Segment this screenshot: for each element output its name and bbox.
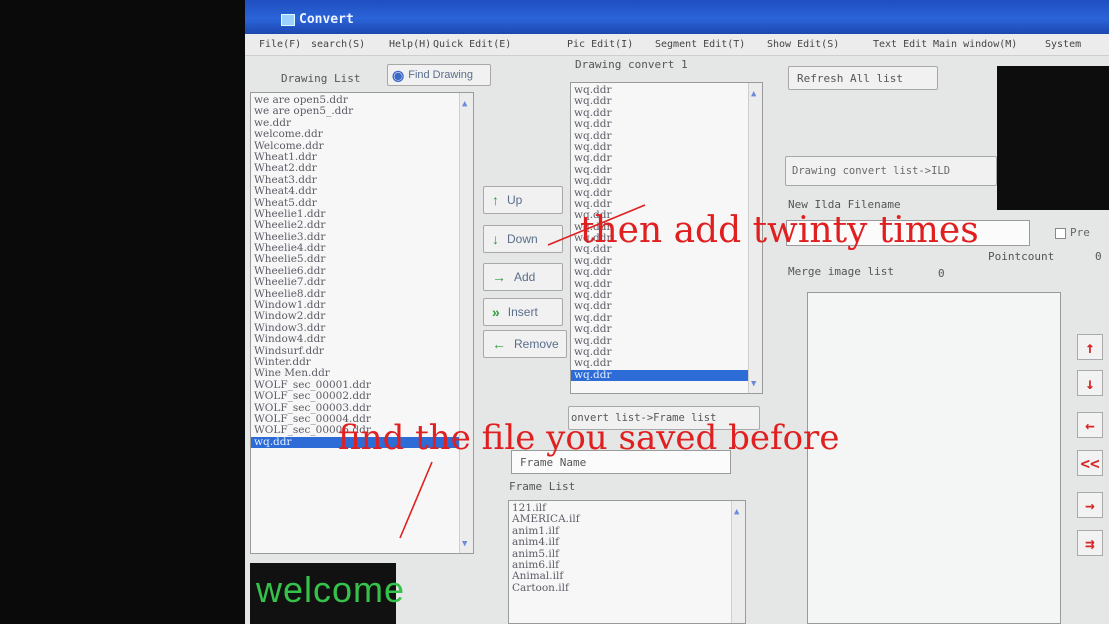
list-item[interactable]: wq.ddr [571, 118, 762, 130]
pre-label: Pre [1070, 226, 1090, 239]
list-item[interactable]: wq.ddr [571, 369, 762, 382]
scroll-up-icon[interactable]: ▲ [751, 89, 756, 99]
pre-checkbox[interactable] [1055, 228, 1066, 239]
move-left-button[interactable]: ← [1077, 412, 1103, 438]
down-arrow-icon: ↓ [1085, 373, 1095, 393]
list-item[interactable]: Wheelie7.ddr [251, 276, 473, 288]
pointcount-value: 0 [1095, 250, 1102, 263]
menu-search[interactable]: search(S) [311, 39, 365, 50]
down-label: Down [507, 232, 538, 246]
insert-button[interactable]: » Insert [483, 298, 563, 326]
list-item[interactable]: anim4.ilf [509, 536, 745, 548]
menu-main-window[interactable]: Main window(M) [933, 39, 1017, 50]
add-button[interactable]: → Add [483, 263, 563, 291]
menu-file[interactable]: File(F) [259, 39, 301, 50]
scroll-up-icon[interactable]: ▲ [462, 99, 467, 109]
insert-label: Insert [507, 305, 538, 319]
up-label: Up [507, 193, 523, 207]
window-title: Convert [299, 12, 354, 27]
up-arrow-icon: ↑ [1085, 337, 1095, 357]
list-item[interactable]: Window4.ddr [251, 333, 473, 345]
merge-image-count: 0 [938, 267, 945, 280]
menu-show-edit[interactable]: Show Edit(S) [767, 39, 839, 50]
up-button[interactable]: ↑ Up [483, 186, 563, 214]
convert-to-ild-label: Drawing convert list->ILD [792, 165, 951, 177]
double-arrow-icon: » [492, 304, 500, 320]
monitor-screen: Convert File(F) search(S) Help(H) Quick … [245, 0, 1109, 624]
binoculars-icon: ◉ [392, 66, 405, 83]
remove-label: Remove [514, 337, 559, 351]
list-item[interactable]: Wheelie2.ddr [251, 219, 473, 231]
arrow-left-icon: ← [492, 336, 506, 352]
title-bar: Convert [245, 0, 1109, 34]
double-right-icon: ⇉ [1085, 533, 1095, 553]
move-right-button[interactable]: → [1077, 492, 1103, 518]
list-item[interactable]: Wheat4.ddr [251, 185, 473, 197]
move-all-right-button[interactable]: ⇉ [1077, 530, 1103, 556]
annotation-bottom: find the file you saved before [338, 418, 840, 458]
find-drawing-label: Find Drawing [408, 69, 474, 81]
welcome-text: welcome [256, 569, 406, 610]
frame-list[interactable]: 121.ilf AMERICA.ilf anim1.ilf anim4.ilf anim… [508, 500, 746, 624]
drawing-convert-label: Drawing convert 1 [575, 58, 688, 71]
move-all-left-button[interactable]: << [1077, 450, 1103, 476]
add-label: Add [514, 270, 536, 284]
down-button[interactable]: ↓ Down [483, 225, 563, 253]
right-arrow-icon: → [1085, 495, 1095, 515]
list-item[interactable]: wq.ddr [571, 266, 762, 278]
menu-help[interactable]: Help(H) [389, 39, 431, 50]
double-left-icon: << [1080, 453, 1100, 473]
arrow-up-icon: ↑ [492, 192, 499, 208]
scroll-up-icon[interactable]: ▲ [734, 507, 739, 517]
menu-quick-edit[interactable]: Quick Edit(E) [433, 39, 511, 50]
annotation-top: then add twinty times [580, 210, 979, 251]
remove-button[interactable]: ← Remove [483, 330, 567, 358]
list-item[interactable]: wq.ddr [571, 323, 762, 335]
welcome-preview: welcome [250, 563, 404, 624]
arrow-down-icon: ↓ [492, 231, 499, 247]
drawing-list-scrollbar[interactable]: ▲ ▼ [459, 93, 473, 553]
list-item[interactable]: welcome.ddr [251, 128, 473, 140]
menu-pic-edit[interactable]: Pic Edit(I) [567, 39, 633, 50]
menu-text-edit[interactable]: Text Edit [873, 39, 927, 50]
scroll-down-icon[interactable]: ▼ [751, 379, 756, 389]
merge-image-list[interactable] [807, 292, 1061, 624]
list-item[interactable]: WOLF_sec_00002.ddr [251, 390, 473, 402]
menu-system[interactable]: System [1045, 39, 1081, 50]
frame-list-scrollbar[interactable]: ▲ [731, 501, 745, 623]
scroll-down-icon[interactable]: ▼ [462, 539, 467, 549]
move-down-button[interactable]: ↓ [1077, 370, 1103, 396]
find-drawing-button[interactable]: ◉ Find Drawing [387, 64, 491, 86]
frame-list-label: Frame List [509, 480, 576, 493]
merge-image-label: Merge image list [788, 265, 894, 278]
drawing-list[interactable]: we are open5.ddr we are open5_.ddr we.ddr w… [250, 92, 474, 554]
left-arrow-icon: ← [1085, 415, 1095, 435]
move-up-button[interactable]: ↑ [1077, 334, 1103, 360]
menu-bar: File(F) search(S) Help(H) Quick Edit(E) … [245, 34, 1109, 56]
convert-to-ild-button[interactable]: Drawing convert list->ILD [785, 156, 997, 186]
list-item[interactable]: Cartoon.ilf [509, 582, 745, 594]
refresh-label: Refresh All list [797, 71, 903, 85]
refresh-all-list-button[interactable]: Refresh All list [788, 66, 938, 90]
app-icon [281, 14, 295, 26]
preview-black-area [997, 66, 1109, 210]
list-item[interactable]: wq.ddr [571, 175, 762, 187]
drawing-list-label: Drawing List [281, 72, 361, 85]
arrow-right-icon: → [492, 269, 506, 285]
pointcount-label: Pointcount [988, 250, 1055, 263]
menu-segment-edit[interactable]: Segment Edit(T) [655, 39, 745, 50]
